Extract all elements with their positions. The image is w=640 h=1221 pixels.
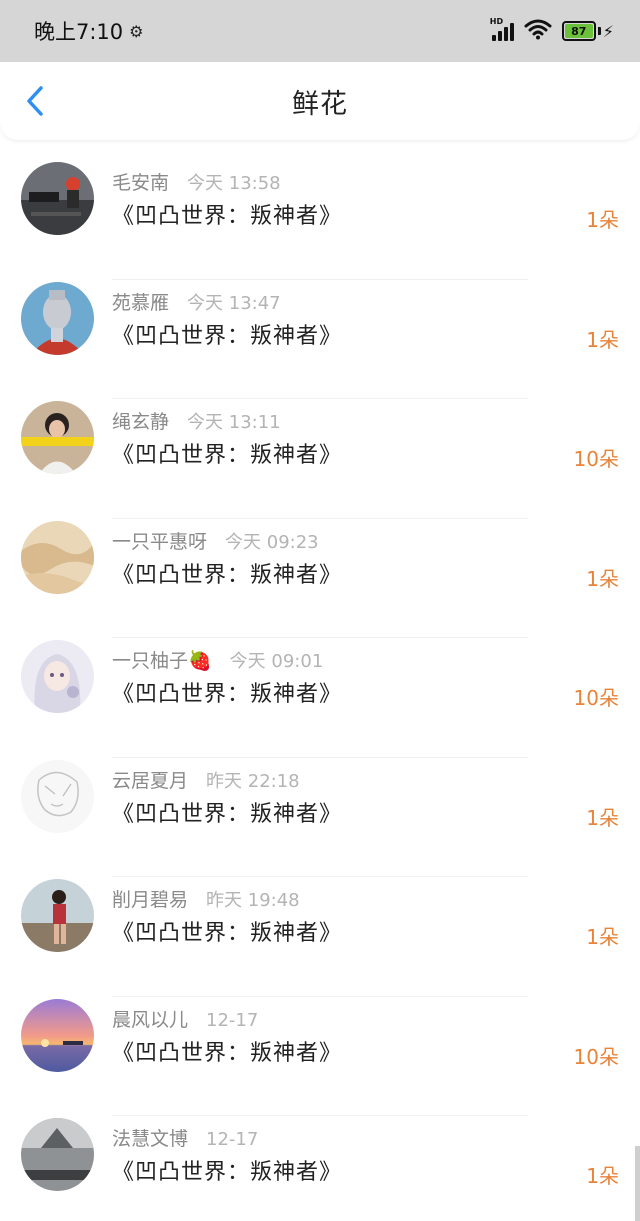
list-item[interactable]: 毛安南 今天 13:58 《凹凸世界：叛神者》 1朵: [0, 160, 640, 280]
work-title[interactable]: 《凹凸世界：叛神者》: [112, 676, 342, 708]
user-name[interactable]: 一只平惠呀: [112, 527, 207, 554]
status-right: HD 87 ⚡: [490, 17, 614, 44]
item-meta: 晨风以儿 12-17: [112, 1005, 258, 1032]
timestamp: 12-17: [206, 1009, 259, 1031]
flower-count: 10朵: [573, 686, 619, 710]
item-meta: 法慧文博 12-17: [112, 1124, 258, 1151]
work-title[interactable]: 《凹凸世界：叛神者》: [112, 198, 342, 230]
avatar[interactable]: [21, 1118, 94, 1191]
page-title: 鲜花: [292, 88, 348, 120]
user-name[interactable]: 绳玄静: [112, 407, 169, 434]
avatar[interactable]: [21, 520, 94, 594]
user-name[interactable]: 毛安南: [112, 168, 169, 195]
battery-level: 87: [564, 24, 593, 38]
avatar[interactable]: [21, 759, 94, 833]
flower-count: 10朵: [573, 447, 619, 471]
user-name[interactable]: 法慧文博: [112, 1124, 188, 1151]
item-meta: 一只柚子🍓 今天 09:01: [112, 646, 323, 673]
timestamp: 今天 13:58: [187, 173, 281, 194]
timestamp: 今天 09:01: [229, 651, 324, 672]
avatar[interactable]: [21, 998, 94, 1072]
work-title[interactable]: 《凹凸世界：叛神者》: [112, 1035, 342, 1067]
avatar[interactable]: [21, 401, 94, 474]
user-name[interactable]: 削月碧易: [112, 885, 188, 912]
status-left: 晚上7:10 ⚙: [34, 16, 144, 46]
item-meta: 绳玄静 今天 13:11: [112, 407, 281, 434]
list-item[interactable]: 晨风以儿 12-17 《凹凸世界：叛神者》 10朵: [0, 997, 640, 1116]
flower-count: 10朵: [573, 1044, 619, 1069]
list-item[interactable]: 一只平惠呀 今天 09:23 《凹凸世界：叛神者》 1朵: [0, 519, 640, 638]
timestamp: 12-17: [206, 1129, 259, 1150]
avatar[interactable]: [21, 281, 94, 355]
work-title[interactable]: 《凹凸世界：叛神者》: [112, 1154, 342, 1186]
item-meta: 一只平惠呀 今天 09:23: [112, 527, 319, 554]
work-title[interactable]: 《凹凸世界：叛神者》: [112, 557, 342, 589]
work-title[interactable]: 《凹凸世界：叛神者》: [112, 915, 342, 947]
status-time: 晚上7:10: [34, 20, 124, 44]
timestamp: 昨天 19:48: [206, 890, 300, 911]
chevron-left-icon: [27, 86, 43, 116]
user-name[interactable]: 晨风以儿: [112, 1005, 188, 1032]
user-name[interactable]: 苑慕雁: [112, 288, 169, 315]
charging-bolt-icon: ⚡: [602, 21, 614, 41]
timestamp: 今天 13:11: [187, 412, 281, 433]
timestamp: 今天 09:23: [225, 531, 319, 553]
work-title[interactable]: 《凹凸世界：叛神者》: [112, 437, 342, 469]
list-item[interactable]: 苑慕雁 今天 13:47 《凹凸世界：叛神者》 1朵: [0, 280, 640, 399]
flower-list: 毛安南 今天 13:58 《凹凸世界：叛神者》 1朵 苑慕雁 今天 13:47 …: [0, 160, 640, 1221]
item-meta: 苑慕雁 今天 13:47: [112, 288, 281, 315]
list-item[interactable]: 一只柚子🍓 今天 09:01 《凹凸世界：叛神者》 10朵: [0, 638, 640, 758]
timestamp: 今天 13:47: [187, 292, 281, 314]
status-bar: 晚上7:10 ⚙ HD 87 ⚡: [0, 0, 640, 62]
list-item[interactable]: 绳玄静 今天 13:11 《凹凸世界：叛神者》 10朵: [0, 399, 640, 519]
user-name[interactable]: 一只柚子🍓: [112, 646, 212, 673]
list-item[interactable]: 削月碧易 昨天 19:48 《凹凸世界：叛神者》 1朵: [0, 877, 640, 997]
wifi-icon: [524, 18, 552, 44]
flower-count: 1朵: [586, 1164, 619, 1188]
list-item[interactable]: 法慧文博 12-17 《凹凸世界：叛神者》 1朵: [0, 1116, 640, 1221]
flower-count: 1朵: [586, 805, 619, 830]
settings-gear-icon: ⚙: [129, 21, 144, 41]
scrollbar[interactable]: [635, 1146, 640, 1221]
battery-icon: 87 ⚡: [561, 21, 614, 41]
flower-count: 1朵: [586, 566, 619, 591]
flower-count: 1朵: [586, 925, 619, 949]
avatar[interactable]: [21, 162, 94, 235]
item-meta: 云居夏月 昨天 22:18: [112, 766, 300, 793]
avatar[interactable]: [21, 879, 94, 952]
back-button[interactable]: [20, 84, 50, 118]
work-title[interactable]: 《凹凸世界：叛神者》: [112, 796, 342, 828]
timestamp: 昨天 22:18: [206, 770, 300, 792]
flower-count: 1朵: [586, 327, 619, 352]
user-name[interactable]: 云居夏月: [112, 766, 188, 793]
item-meta: 削月碧易 昨天 19:48: [112, 885, 300, 912]
network-type-label: HD: [489, 17, 504, 26]
flower-count: 1朵: [586, 208, 619, 232]
work-title[interactable]: 《凹凸世界：叛神者》: [112, 318, 342, 350]
avatar[interactable]: [21, 640, 94, 713]
item-meta: 毛安南 今天 13:58: [112, 168, 281, 195]
list-item[interactable]: 云居夏月 昨天 22:18 《凹凸世界：叛神者》 1朵: [0, 758, 640, 877]
cellular-signal-icon: HD: [490, 17, 514, 41]
nav-bar: 鲜花: [0, 62, 640, 140]
